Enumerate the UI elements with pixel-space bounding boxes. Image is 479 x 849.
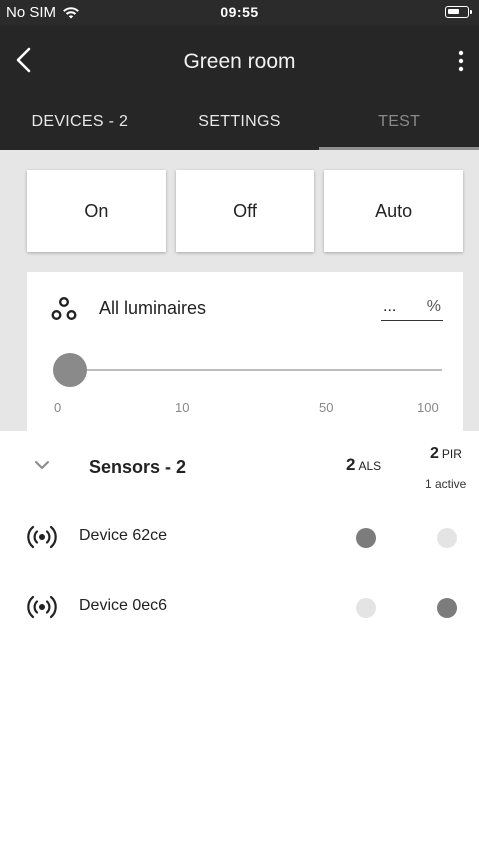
- sensor-icon: [27, 525, 57, 549]
- chevron-down-icon[interactable]: [34, 459, 50, 471]
- phone-screen: No SIM 09:55 Green room DEVICES - 2 SETT…: [0, 0, 479, 849]
- tab-test[interactable]: TEST: [319, 106, 479, 150]
- test-panel: On Off Auto All luminaires ... % 0 10 50…: [0, 150, 479, 431]
- pir-indicator: [437, 598, 457, 618]
- auto-button[interactable]: Auto: [324, 170, 464, 252]
- pir-count-number: 2: [430, 445, 439, 462]
- battery-icon: [445, 6, 472, 18]
- luminaires-icon: [51, 297, 77, 320]
- luminaires-label: All luminaires: [99, 298, 207, 318]
- device-row[interactable]: Device 62ce: [0, 518, 479, 558]
- slider-tick-50: 50: [319, 400, 334, 415]
- mode-buttons: On Off Auto: [27, 170, 464, 252]
- dim-level-value: ...: [383, 298, 397, 315]
- pir-active-status: 1 active: [425, 477, 467, 491]
- page-title: Green room: [183, 50, 296, 73]
- slider-tick-10: 10: [175, 400, 190, 415]
- off-button[interactable]: Off: [175, 170, 315, 252]
- als-indicator: [356, 528, 376, 548]
- status-bar: No SIM 09:55: [0, 0, 479, 26]
- more-vert-icon[interactable]: [455, 48, 467, 74]
- sensors-title: Sensors - 2: [89, 457, 187, 477]
- device-row[interactable]: Device 0ec6: [0, 588, 479, 628]
- dim-slider-thumb[interactable]: [53, 353, 87, 387]
- pir-count: 2 PIR: [430, 445, 462, 463]
- app-header: Green room DEVICES - 2 SETTINGS TEST: [0, 26, 479, 150]
- sensor-icon: [27, 595, 57, 619]
- tab-settings[interactable]: SETTINGS: [160, 106, 320, 150]
- als-count-label: ALS: [358, 459, 382, 473]
- pir-count-label: PIR: [441, 447, 462, 461]
- als-indicator: [356, 598, 376, 618]
- pir-indicator: [437, 528, 457, 548]
- luminaires-card: All luminaires ... % 0 10 50 100: [27, 272, 463, 431]
- status-time: 09:55: [220, 4, 259, 20]
- als-count-number: 2: [346, 455, 356, 474]
- dim-slider-track[interactable]: [71, 369, 442, 371]
- device-name: Device 0ec6: [79, 597, 168, 614]
- tab-bar: DEVICES - 2 SETTINGS TEST: [0, 106, 479, 150]
- device-name: Device 62ce: [79, 527, 168, 544]
- dim-level-unit: %: [426, 298, 441, 315]
- on-button[interactable]: On: [27, 170, 166, 252]
- dim-level-input[interactable]: ... %: [381, 298, 443, 321]
- als-count: 2 ALS: [346, 455, 381, 475]
- tab-devices[interactable]: DEVICES - 2: [0, 106, 160, 150]
- slider-tick-0: 0: [54, 400, 62, 415]
- sensors-section: Sensors - 2 2 ALS 2 PIR 1 active Device 62…: [0, 431, 479, 849]
- slider-tick-100: 100: [417, 400, 439, 415]
